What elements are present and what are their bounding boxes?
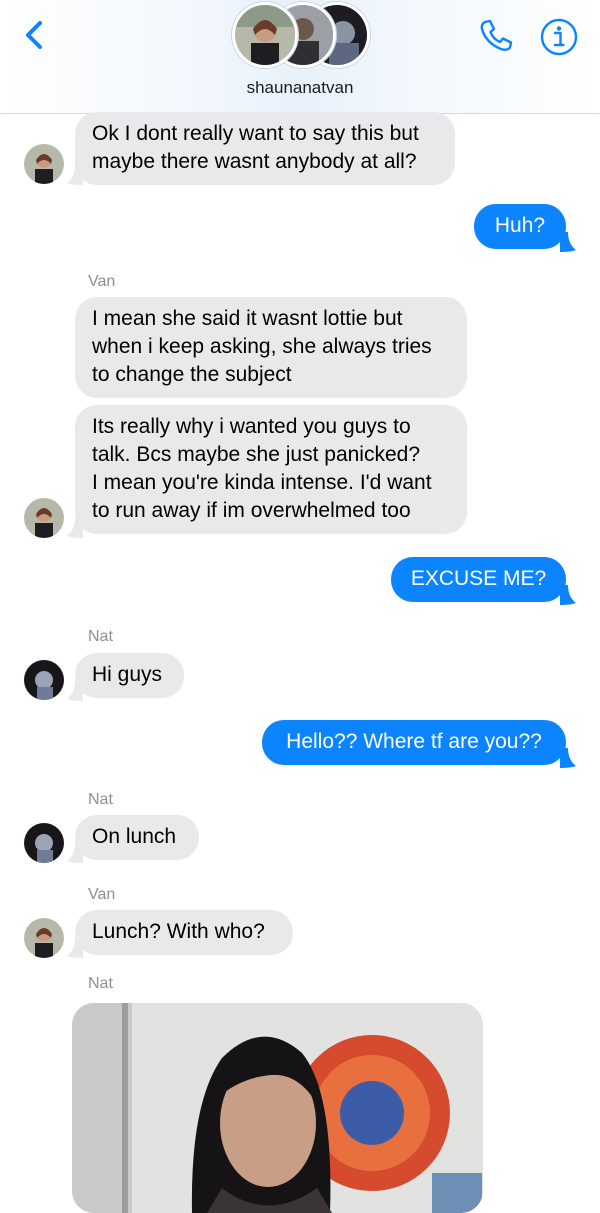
- message-bubble-outgoing[interactable]: EXCUSE ME?: [391, 557, 566, 602]
- avatar: [24, 144, 64, 184]
- avatar: [232, 2, 298, 68]
- phone-icon[interactable]: [476, 16, 516, 56]
- bubble-tail: [67, 165, 83, 185]
- message-bubble-incoming[interactable]: I mean she said it wasnt lottie but when…: [75, 297, 467, 398]
- bubble-tail: [67, 938, 83, 958]
- photo-message[interactable]: [72, 1003, 483, 1213]
- bubble-tail: [560, 585, 576, 605]
- group-avatars[interactable]: [232, 0, 372, 68]
- bubble-tail: [67, 518, 83, 538]
- message-bubble-incoming[interactable]: Lunch? With who?: [75, 910, 293, 955]
- sender-name: Van: [88, 886, 116, 903]
- bubble-tail: [67, 681, 83, 701]
- group-name[interactable]: shaunanatvan: [0, 78, 600, 98]
- sender-name: Van: [88, 273, 116, 290]
- message-bubble-incoming[interactable]: Hi guys: [75, 653, 184, 698]
- sender-name: Nat: [88, 791, 113, 808]
- message-bubble-outgoing[interactable]: Huh?: [474, 204, 566, 249]
- sender-name: Nat: [88, 975, 113, 992]
- sender-name: Nat: [88, 628, 113, 645]
- bubble-tail: [67, 843, 83, 863]
- avatar: [24, 823, 64, 863]
- message-bubble-outgoing[interactable]: Hello?? Where tf are you??: [262, 720, 566, 765]
- bubble-tail: [560, 748, 576, 768]
- message-bubble-incoming[interactable]: On lunch: [75, 815, 199, 860]
- chevron-left-icon[interactable]: [18, 18, 52, 52]
- avatar: [24, 498, 64, 538]
- bubble-tail: [560, 232, 576, 252]
- avatar: [24, 918, 64, 958]
- conversation-header: shaunanatvan: [0, 0, 600, 114]
- message-bubble-incoming[interactable]: Ok I dont really want to say this but ma…: [75, 112, 455, 185]
- info-circle-icon[interactable]: [538, 16, 580, 58]
- avatar: [24, 660, 64, 700]
- message-bubble-incoming[interactable]: Its really why i wanted you guys to talk…: [75, 405, 467, 534]
